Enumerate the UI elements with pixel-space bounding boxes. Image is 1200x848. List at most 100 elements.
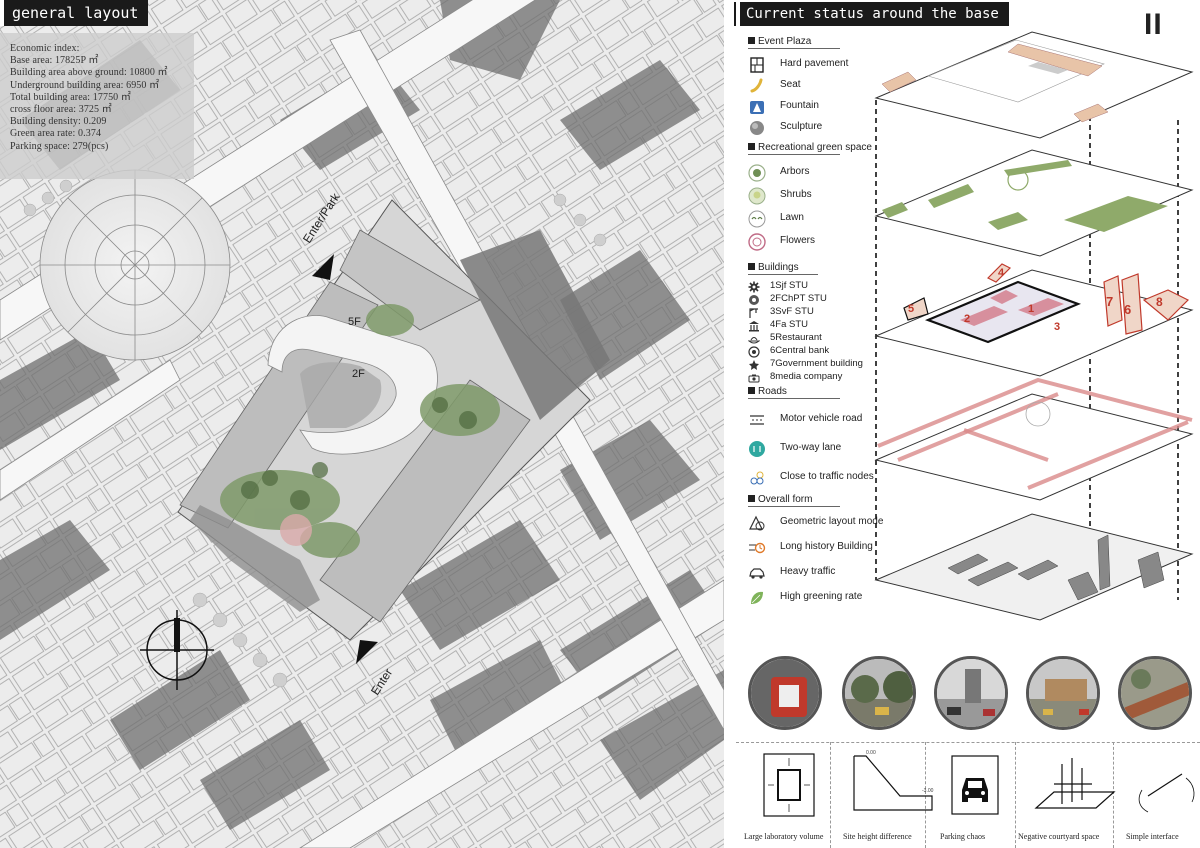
legend-label: Flowers	[780, 235, 816, 246]
section-heading-text: Recreational green space	[758, 142, 872, 153]
history-icon	[748, 539, 766, 557]
section-heading-roads: Roads	[748, 386, 787, 397]
legend-label: Motor vehicle road	[780, 413, 863, 424]
leaf-icon	[748, 589, 766, 607]
flower-icon	[748, 233, 766, 251]
building-number-5: 5	[908, 303, 914, 315]
site-photo-4	[1026, 656, 1100, 730]
section-heading-green-space: Recreational green space	[748, 142, 872, 153]
economic-index-box: Economic index: Base area: 17825P ㎡ Buildi…	[0, 33, 194, 179]
traffic-node-icon	[748, 469, 766, 487]
section-underline	[748, 274, 818, 275]
seat-icon	[748, 77, 766, 95]
section-bullet	[748, 495, 755, 502]
fountain-icon	[748, 98, 766, 116]
exploded-layers-diagram: 1 2 3 4 5 6 7 8	[874, 31, 1194, 621]
economic-index-line: Underground building area: 6950 ㎡	[10, 79, 160, 91]
analysis-diagrams: 0.00 -3.00	[763, 750, 1195, 817]
dish-icon	[747, 332, 761, 344]
legend-label: Sculpture	[780, 121, 823, 132]
hard-pavement-icon	[748, 56, 766, 74]
height-label-top: 0.00	[866, 750, 876, 756]
section-heading-event-plaza: Event Plaza	[748, 36, 811, 47]
economic-index-line: Building area above ground: 10800 ㎡	[10, 67, 168, 79]
section-bullet	[748, 263, 755, 270]
caption-parking-chaos: Parking chaos	[940, 832, 986, 841]
building-number-4: 4	[998, 267, 1005, 279]
current-status-panel: Current status around the base II 1 2 3 …	[728, 0, 1200, 848]
section-underline	[748, 154, 840, 155]
economic-index-line: Parking space: 279(pcs)	[10, 140, 109, 152]
floor-5f-label: 5F	[348, 316, 361, 328]
section-bullet	[748, 143, 755, 150]
emblem-icon	[748, 358, 760, 370]
section-underline	[748, 398, 840, 399]
building-number-3: 3	[1054, 321, 1060, 333]
legend-label: 4Fa STU	[770, 319, 809, 330]
caption-negative-courtyard-space: Negative courtyard space	[1018, 832, 1100, 841]
section-bullet	[748, 387, 755, 394]
shrub-icon	[748, 187, 766, 205]
car-icon	[748, 564, 766, 582]
legend-label: 8media company	[770, 371, 843, 382]
legend-label: 5Restaurant	[770, 332, 822, 343]
camera-icon	[748, 371, 760, 383]
section-heading-text: Buildings	[758, 262, 799, 273]
section-heading-text: Overall form	[758, 494, 813, 505]
economic-index-heading: Economic index:	[10, 43, 80, 54]
legend-label: Hard pavement	[780, 58, 849, 69]
section-heading-overall-form: Overall form	[748, 494, 812, 505]
legend-label: Lawn	[780, 212, 804, 223]
caption-large-laboratory-volume: Large laboratory volume	[744, 832, 824, 841]
economic-index-line: Total building area: 17750 ㎡	[10, 91, 131, 103]
site-photo-5	[1118, 656, 1192, 730]
legend-label: High greening rate	[780, 591, 863, 602]
legend-label: Heavy traffic	[780, 566, 836, 577]
legend-label: Geometric layout mode	[780, 516, 884, 527]
building-number-2: 2	[964, 313, 970, 325]
section-underline	[748, 506, 840, 507]
road-icon	[748, 411, 766, 429]
section-underline	[748, 48, 840, 49]
legend-label: 7Government building	[770, 358, 863, 369]
section-heading-buildings: Buildings	[748, 262, 799, 273]
site-photo-3	[934, 656, 1008, 730]
general-layout-map: general layout Economic index: Base area:…	[0, 0, 724, 848]
economic-index-line: Base area: 17825P ㎡	[10, 55, 99, 67]
legend-label: Close to traffic nodes	[780, 471, 874, 482]
legend-label: Long history Building	[780, 541, 873, 552]
floor-2f-label: 2F	[352, 368, 365, 380]
legend-label: Arbors	[780, 166, 810, 177]
building-number-7: 7	[1106, 294, 1113, 309]
two-way-icon	[748, 440, 766, 458]
section-heading-text: Roads	[758, 386, 787, 397]
gear-icon	[748, 280, 760, 293]
coin-icon	[748, 345, 760, 358]
legend-label: 3SvF STU	[770, 306, 814, 317]
legend-label: 6Central bank	[770, 345, 830, 356]
caption-simple-interface: Simple interface	[1126, 832, 1179, 841]
atom-icon	[748, 293, 760, 305]
section-bullet	[748, 37, 755, 44]
crane-icon	[748, 306, 760, 318]
site-photo-2	[842, 656, 916, 730]
building-number-8: 8	[1156, 295, 1163, 309]
legend-label: Fountain	[780, 100, 819, 111]
caption-site-height-difference: Site height difference	[843, 832, 912, 841]
general-layout-title: general layout	[0, 0, 149, 26]
legend-label: 2FChPT STU	[770, 293, 827, 304]
institution-icon	[748, 319, 760, 332]
lawn-icon	[748, 210, 766, 228]
height-label-bottom: -3.00	[922, 788, 934, 794]
legend-label: Seat	[780, 79, 801, 90]
building-number-6: 6	[1124, 302, 1131, 317]
economic-index-line: cross floor area: 3725 ㎡	[10, 104, 112, 116]
building-number-1: 1	[1028, 303, 1034, 315]
arbor-icon	[748, 164, 766, 182]
legend-label: Shrubs	[780, 189, 812, 200]
site-photo-1	[748, 656, 822, 730]
section-heading-text: Event Plaza	[758, 36, 812, 47]
legend-label: 1Sjf STU	[770, 280, 809, 291]
legend-label: Two-way lane	[780, 442, 842, 453]
economic-index-line: Green area rate: 0.374	[10, 128, 102, 140]
